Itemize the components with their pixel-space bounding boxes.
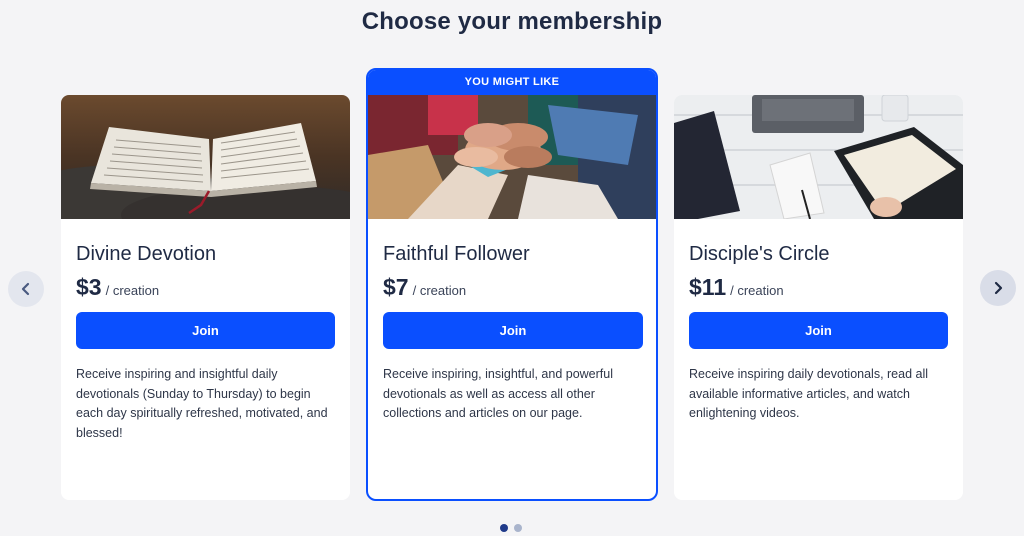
price-row: $11 / creation xyxy=(689,274,948,301)
price-period: / creation xyxy=(412,283,467,298)
plan-card-faithful-follower: YOU MIGHT LIKE Faithful Follower $7 / cr… xyxy=(366,68,658,501)
plan-card-disciples-circle: Disciple's Circle $11 / creation Join Re… xyxy=(674,95,963,500)
price-row: $7 / creation xyxy=(383,274,641,301)
price-period: / creation xyxy=(105,283,160,298)
stacked-hands-photo xyxy=(368,95,656,219)
price-period: / creation xyxy=(730,283,784,298)
recommended-badge: YOU MIGHT LIKE xyxy=(368,70,656,95)
plan-price: $7 xyxy=(383,274,409,300)
join-button-divine-devotion[interactable]: Join xyxy=(76,312,335,349)
pagination-dot-2[interactable] xyxy=(514,524,522,532)
carousel-prev-button[interactable] xyxy=(8,271,44,307)
plan-name: Divine Devotion xyxy=(76,243,217,265)
join-button-faithful-follower[interactable]: Join xyxy=(383,312,643,349)
open-bible-photo xyxy=(61,95,350,219)
bible-and-tablet-photo xyxy=(674,95,963,219)
plan-price: $3 xyxy=(76,274,102,300)
chevron-right-icon xyxy=(994,281,1003,295)
chevron-left-icon xyxy=(21,282,30,296)
plan-name: Faithful Follower xyxy=(383,243,530,265)
plan-description: Receive inspiring, insightful, and power… xyxy=(383,367,613,420)
plan-description: Receive inspiring and insightful daily d… xyxy=(76,367,328,440)
plan-description: Receive inspiring daily devotionals, rea… xyxy=(689,367,929,420)
plan-card-divine-devotion: Divine Devotion $3 / creation Join Recei… xyxy=(61,95,350,500)
plan-price: $11 xyxy=(689,274,727,300)
join-button-disciples-circle[interactable]: Join xyxy=(689,312,948,349)
plan-name: Disciple's Circle xyxy=(689,243,830,265)
price-row: $3 / creation xyxy=(76,274,335,301)
page-title: Choose your membership xyxy=(361,8,663,35)
carousel-next-button[interactable] xyxy=(980,270,1016,306)
carousel-pagination xyxy=(500,524,522,532)
pagination-dot-1[interactable] xyxy=(500,524,508,532)
